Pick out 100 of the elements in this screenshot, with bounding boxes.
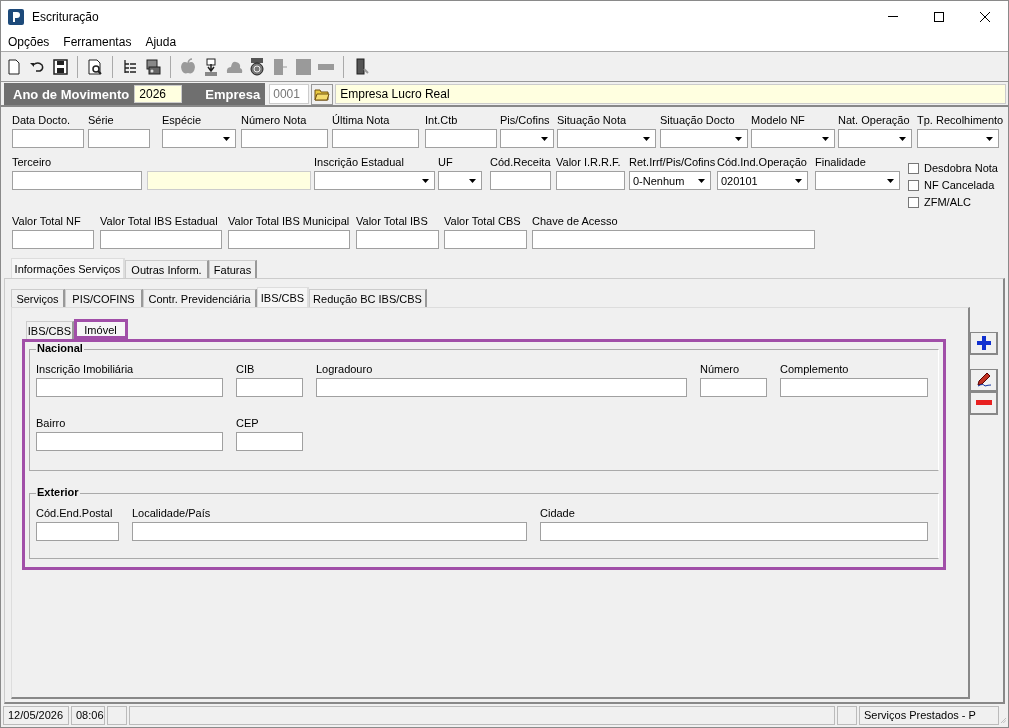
text-field[interactable] <box>12 171 142 190</box>
field-label: Inscrição Imobiliária <box>36 362 134 376</box>
minimize-icon <box>888 16 898 18</box>
text-field[interactable] <box>100 230 222 249</box>
open-folder-button[interactable] <box>311 83 334 105</box>
text-field[interactable] <box>236 432 303 451</box>
field-label: Situação Docto <box>660 113 735 127</box>
caret-icon <box>986 136 993 141</box>
text-field[interactable] <box>332 129 419 148</box>
field-label: CEP <box>236 416 259 430</box>
tab[interactable]: Outras Inform. <box>125 260 209 278</box>
year-field[interactable]: 2026 <box>134 85 183 103</box>
tab[interactable]: Serviços <box>11 289 65 307</box>
field-label: Localidade/País <box>132 506 211 520</box>
tab[interactable]: Informações Serviços <box>11 258 125 278</box>
caret-icon <box>643 136 650 141</box>
caret-icon <box>887 178 894 183</box>
text-field[interactable] <box>425 129 497 148</box>
tab[interactable]: Imóvel <box>74 319 128 339</box>
field-label: Situação Nota <box>557 113 627 127</box>
maximize-icon <box>934 12 944 22</box>
group-title: Exterior <box>36 486 80 498</box>
text-field[interactable] <box>356 230 439 249</box>
field-label: Número Nota <box>241 113 307 127</box>
text-field[interactable] <box>12 129 84 148</box>
field-label: Tp. Recolhimento <box>917 113 1004 127</box>
remove-button[interactable] <box>970 392 998 415</box>
field-label: Valor Total NF <box>12 214 81 228</box>
text-field[interactable] <box>316 378 687 397</box>
pencil-icon <box>974 372 993 388</box>
checkbox[interactable] <box>908 179 919 191</box>
app-logo-icon <box>8 9 24 25</box>
field-label: Modelo NF <box>751 113 805 127</box>
tab[interactable]: PIS/COFINS <box>65 289 143 307</box>
caret-icon <box>541 136 548 141</box>
field-label: Valor Total CBS <box>444 214 521 228</box>
combo-box[interactable]: 020101 <box>717 171 808 190</box>
text-field[interactable] <box>532 230 815 249</box>
field-label: Complemento <box>780 362 849 376</box>
save-icon[interactable] <box>50 56 70 77</box>
text-field[interactable] <box>132 522 527 541</box>
status-text: 08:06 <box>71 706 105 725</box>
field-label: Data Docto. <box>12 113 71 127</box>
group-title: Nacional <box>36 342 84 354</box>
checkbox-label: Desdobra Nota <box>924 162 998 174</box>
caret-icon <box>795 178 802 183</box>
caret-icon <box>223 136 230 141</box>
checkbox[interactable] <box>908 162 919 174</box>
field-label: Valor Total IBS <box>356 214 428 228</box>
text-field[interactable] <box>556 171 625 190</box>
field-label: Cód.End.Postal <box>36 506 113 520</box>
text-field[interactable] <box>236 378 303 397</box>
folder-icon <box>314 87 331 101</box>
company-code-field[interactable]: 0001 <box>269 84 310 104</box>
text-field[interactable] <box>36 378 223 397</box>
text-field[interactable] <box>36 432 223 451</box>
text-field[interactable] <box>540 522 928 541</box>
menu-item[interactable]: Ferramentas <box>56 35 139 49</box>
close-icon <box>980 12 990 22</box>
menu-item[interactable]: Opções <box>1 35 57 49</box>
company-name-field[interactable]: Empresa Lucro Real <box>335 84 1006 104</box>
field-label: Ret.Irrf/Pis/Cofins <box>629 155 716 169</box>
add-button[interactable] <box>970 332 998 355</box>
field-label: Pis/Cofins <box>500 113 550 127</box>
resize-grip-icon <box>1001 716 1006 725</box>
checkbox[interactable] <box>908 196 919 208</box>
field-label: Terceiro <box>12 155 52 169</box>
field-label: UF <box>438 155 453 169</box>
caret-icon <box>899 136 906 141</box>
combo-box[interactable]: 0-Nenhum <box>629 171 711 190</box>
status-cell <box>837 706 857 725</box>
tab[interactable]: Contr. Previdenciária <box>143 289 257 307</box>
field-label: Valor Total IBS Estadual <box>100 214 218 228</box>
text-field[interactable] <box>88 129 150 148</box>
caret-icon <box>469 178 476 183</box>
tab[interactable]: IBS/CBS <box>257 287 309 307</box>
window-title: Escrituração <box>32 10 100 24</box>
text-field[interactable] <box>780 378 928 397</box>
edit-button[interactable] <box>970 369 998 392</box>
text-field[interactable] <box>700 378 767 397</box>
tab[interactable]: Redução BC IBS/CBS <box>309 289 427 307</box>
text-field[interactable] <box>444 230 527 249</box>
text-field[interactable] <box>490 171 551 190</box>
tab[interactable]: IBS/CBS <box>26 321 74 339</box>
text-field[interactable] <box>36 522 119 541</box>
year-label: Ano de Movimento <box>12 86 131 102</box>
status-text: Serviços Prestados - P <box>859 706 999 725</box>
checkbox-label: NF Cancelada <box>924 179 995 191</box>
field-label: Chave de Acesso <box>532 214 618 228</box>
text-field[interactable] <box>228 230 350 249</box>
text-field[interactable] <box>12 230 94 249</box>
readonly-field[interactable] <box>147 171 311 190</box>
field-label: Série <box>88 113 114 127</box>
field-label: Número <box>700 362 740 376</box>
coin-icon[interactable] <box>247 56 267 77</box>
tab[interactable]: Faturas <box>209 260 257 278</box>
menu-item[interactable]: Ajuda <box>138 35 184 49</box>
status-cell <box>107 706 127 725</box>
caret-icon <box>735 136 742 141</box>
text-field[interactable] <box>241 129 328 148</box>
